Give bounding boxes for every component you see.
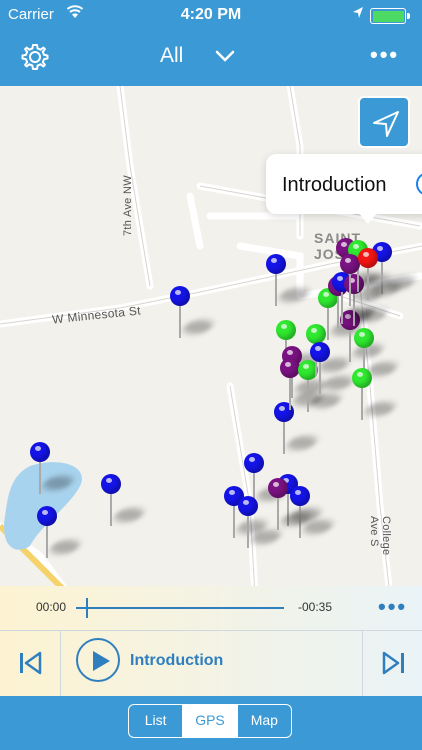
pin-callout[interactable]: Introduction: [266, 154, 422, 224]
map-pin[interactable]: [30, 442, 77, 502]
map-pin[interactable]: [266, 254, 313, 314]
map-pin[interactable]: [170, 286, 217, 346]
tab-list[interactable]: List: [129, 705, 184, 737]
more-icon[interactable]: •••: [370, 42, 399, 68]
map-pin[interactable]: [238, 496, 285, 556]
divider: [362, 630, 363, 696]
locate-button[interactable]: [358, 96, 410, 148]
callout-title: Introduction: [282, 174, 387, 196]
progress-handle[interactable]: [86, 598, 88, 618]
location-arrow-icon: [373, 111, 399, 137]
battery-icon: [370, 8, 410, 24]
map-pin[interactable]: [37, 506, 84, 566]
audio-player: 00:00 -00:35 ••• Introduction: [0, 586, 422, 696]
remaining-time: -00:35: [298, 600, 333, 614]
location-services-icon: [353, 7, 363, 18]
map-pin[interactable]: [268, 478, 315, 538]
tab-gps[interactable]: GPS: [183, 705, 238, 737]
map-pin-selected[interactable]: [358, 248, 405, 308]
gear-icon[interactable]: [20, 42, 50, 72]
street-label-7th: 7th Ave NW: [122, 175, 134, 236]
view-switcher: List GPS Map: [128, 704, 292, 738]
street-label-college: College Ave S: [368, 516, 392, 556]
player-more-icon[interactable]: •••: [378, 594, 407, 620]
skip-previous-icon[interactable]: [18, 650, 44, 676]
filter-title[interactable]: All: [160, 44, 183, 68]
info-icon[interactable]: [416, 172, 422, 196]
map-view[interactable]: W Minnesota St 7th Ave NW College Ave S …: [0, 86, 422, 596]
map-pin[interactable]: [101, 474, 148, 534]
map-pin[interactable]: [310, 342, 357, 402]
skip-next-icon[interactable]: [380, 650, 406, 676]
nav-bar: All •••: [0, 30, 422, 86]
chevron-down-icon[interactable]: [214, 48, 236, 64]
divider: [0, 630, 422, 631]
divider: [60, 630, 61, 696]
map-pin[interactable]: [352, 368, 399, 428]
status-bar: Carrier 4:20 PM: [0, 0, 422, 30]
track-title: Introduction: [130, 652, 224, 669]
bottom-bar: List GPS Map: [0, 696, 422, 750]
play-icon: [93, 651, 110, 671]
progress-track[interactable]: [76, 607, 284, 609]
elapsed-time: 00:00: [36, 600, 67, 614]
play-button[interactable]: [76, 638, 120, 682]
tab-map[interactable]: Map: [238, 705, 291, 737]
